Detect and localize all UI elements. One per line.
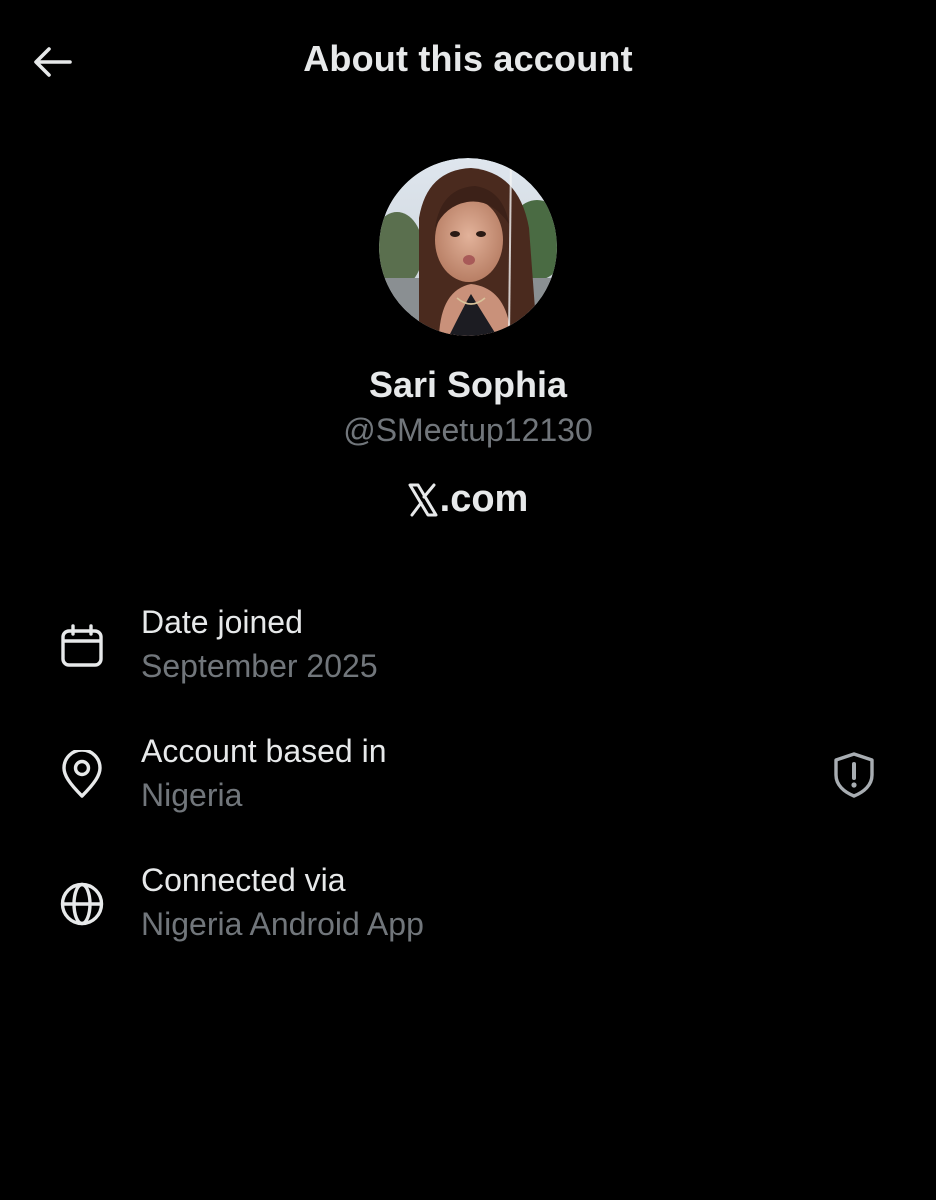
profile-avatar[interactable] <box>379 158 557 336</box>
globe-icon <box>56 878 108 930</box>
profile-photo <box>379 158 557 336</box>
page-title: About this account <box>303 38 633 79</box>
site-suffix: .com <box>439 478 529 520</box>
detail-row-date-joined: Date joined September 2025 <box>0 604 936 704</box>
shield-alert-button[interactable] <box>826 747 882 803</box>
x-logo-icon <box>408 483 438 517</box>
calendar-icon <box>56 620 108 672</box>
detail-label: Connected via <box>141 862 346 898</box>
detail-row-connected-via: Connected via Nigeria Android App <box>0 862 936 962</box>
location-pin-icon <box>56 749 108 801</box>
username-handle: @SMeetup12130 <box>343 412 593 448</box>
detail-label: Date joined <box>141 604 303 640</box>
detail-row-account-based-in: Account based in Nigeria <box>0 733 936 833</box>
detail-value: Nigeria Android App <box>141 906 424 942</box>
site-label: .com <box>0 478 936 521</box>
detail-value: September 2025 <box>141 648 378 684</box>
top-app-bar: About this account <box>0 0 936 120</box>
shield-alert-icon <box>834 752 874 798</box>
detail-label: Account based in <box>141 733 387 769</box>
detail-value: Nigeria <box>141 777 243 813</box>
display-name: Sari Sophia <box>368 364 568 405</box>
